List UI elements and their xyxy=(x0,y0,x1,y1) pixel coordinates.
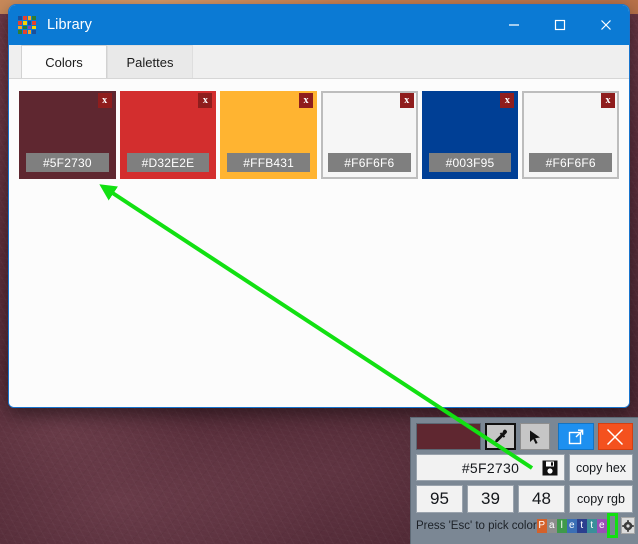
app-icon-tile xyxy=(32,25,36,30)
picker-status-row: Press 'Esc' to pick color Palette xyxy=(416,513,635,538)
window-titlebar: Library xyxy=(9,5,629,45)
swatch-remove-button[interactable]: x xyxy=(299,93,314,108)
settings-button[interactable] xyxy=(620,517,635,534)
rgb-red-input[interactable]: 95 xyxy=(416,485,463,513)
pick-color-hint: Press 'Esc' to pick color xyxy=(416,519,537,532)
rgb-blue-value: 48 xyxy=(532,489,551,508)
tab-colors-label: Colors xyxy=(45,54,83,70)
color-preview-swatch xyxy=(416,423,481,450)
swatch-hex-label: #003F95 xyxy=(428,153,512,172)
app-icon-tile xyxy=(32,20,36,25)
expand-icon xyxy=(568,429,584,444)
palette-wordmark-letter: t xyxy=(586,518,597,533)
palette-wordmark-letter: e xyxy=(596,518,607,533)
tab-palettes-label: Palettes xyxy=(126,54,174,70)
swatch-remove-button[interactable]: x xyxy=(97,93,112,108)
picker-hex-row: #5F2730 copy hex xyxy=(416,454,633,481)
picker-rgb-row: 95 39 48 copy rgb xyxy=(416,485,633,513)
swatch-hex-label: #F6F6F6 xyxy=(529,153,613,172)
close-button[interactable] xyxy=(583,5,629,45)
expand-button[interactable] xyxy=(558,423,594,450)
color-picker-panel: #5F2730 copy hex 95 39 48 copy rgb Press… xyxy=(410,417,638,544)
app-icon-tile xyxy=(27,20,32,25)
app-icon-tile xyxy=(22,30,27,34)
color-swatch[interactable]: x #F6F6F6 xyxy=(522,91,620,179)
hex-input[interactable]: #5F2730 xyxy=(416,454,565,481)
swatch-remove-button[interactable]: x xyxy=(399,93,414,108)
swatch-hex-label: #FFB431 xyxy=(227,153,311,172)
palette-wordmark-letter: P xyxy=(536,518,547,533)
color-swatch[interactable]: x #F6F6F6 xyxy=(321,91,418,179)
rgb-green-input[interactable]: 39 xyxy=(467,485,514,513)
palette-wordmark-letter: e xyxy=(566,518,577,533)
tab-colors[interactable]: Colors xyxy=(21,45,107,78)
swatch-remove-button[interactable]: x xyxy=(500,93,515,108)
close-x-icon xyxy=(607,428,624,445)
palette-grid-icon xyxy=(18,16,36,34)
app-icon-tile xyxy=(18,20,22,25)
cursor-arrow-button[interactable] xyxy=(519,423,551,450)
app-icon-tile xyxy=(18,30,22,34)
app-icon-tile xyxy=(27,30,32,34)
swatch-hex-label: #F6F6F6 xyxy=(328,153,411,172)
rgb-red-value: 95 xyxy=(430,489,449,508)
rgb-green-value: 39 xyxy=(481,489,500,508)
rgb-blue-input[interactable]: 48 xyxy=(518,485,565,513)
app-icon-tile xyxy=(27,25,32,30)
palette-wordmark-letter: t xyxy=(576,518,587,533)
swatch-remove-button[interactable]: x xyxy=(601,93,616,108)
copy-rgb-button[interactable]: copy rgb xyxy=(569,485,633,513)
library-window: Library Colors Palettes x #5F2730 x #D32E2E… xyxy=(8,4,630,408)
close-picker-button[interactable] xyxy=(597,423,633,450)
save-floppy-icon xyxy=(542,460,558,475)
picker-tools-row xyxy=(416,423,633,450)
eyedropper-button[interactable] xyxy=(484,423,516,450)
swatch-remove-button[interactable]: x xyxy=(198,93,213,108)
app-icon-tile xyxy=(22,16,27,20)
palette-wordmark-letter: l xyxy=(556,518,567,533)
color-swatch[interactable]: x #5F2730 xyxy=(19,91,116,179)
app-icon-tile xyxy=(32,30,36,34)
color-swatch[interactable]: x #D32E2E xyxy=(119,91,217,179)
app-icon-tile xyxy=(18,16,22,20)
app-icon-tile xyxy=(22,25,27,30)
color-swatch[interactable]: x #003F95 xyxy=(421,91,519,179)
minimize-button[interactable] xyxy=(491,5,537,45)
palette-wordmark-letter: a xyxy=(546,518,557,533)
app-icon-tile xyxy=(27,16,32,20)
swatch-row: x #5F2730 x #D32E2E x #FFB431 x #F6F6F6 x #003F95… xyxy=(19,91,620,179)
hex-input-value: #5F2730 xyxy=(461,459,520,476)
cursor-arrow-icon xyxy=(529,430,540,444)
copy-rgb-label: copy rgb xyxy=(577,492,625,506)
window-controls xyxy=(491,5,629,45)
tab-strip: Colors Palettes xyxy=(9,45,629,79)
app-icon-tile xyxy=(18,25,22,30)
tab-palettes[interactable]: Palettes xyxy=(107,45,193,78)
window-title: Library xyxy=(47,17,93,33)
app-icon-tile xyxy=(22,20,27,25)
app-icon-tile xyxy=(32,16,36,20)
swatch-hex-label: #5F2730 xyxy=(26,153,109,172)
colors-pane: x #5F2730 x #D32E2E x #FFB431 x #F6F6F6 x #003F95… xyxy=(9,79,629,407)
gear-icon xyxy=(621,519,634,532)
palette-wordmark: Palette xyxy=(536,518,607,533)
copy-hex-button[interactable]: copy hex xyxy=(569,454,633,481)
swatch-hex-label: #D32E2E xyxy=(126,153,210,172)
eyedropper-icon xyxy=(495,429,508,443)
palette-app-icon[interactable] xyxy=(606,513,618,538)
color-swatch[interactable]: x #FFB431 xyxy=(220,91,318,179)
save-floppy-button[interactable] xyxy=(542,460,558,476)
maximize-button[interactable] xyxy=(537,5,583,45)
copy-hex-label: copy hex xyxy=(575,460,627,475)
